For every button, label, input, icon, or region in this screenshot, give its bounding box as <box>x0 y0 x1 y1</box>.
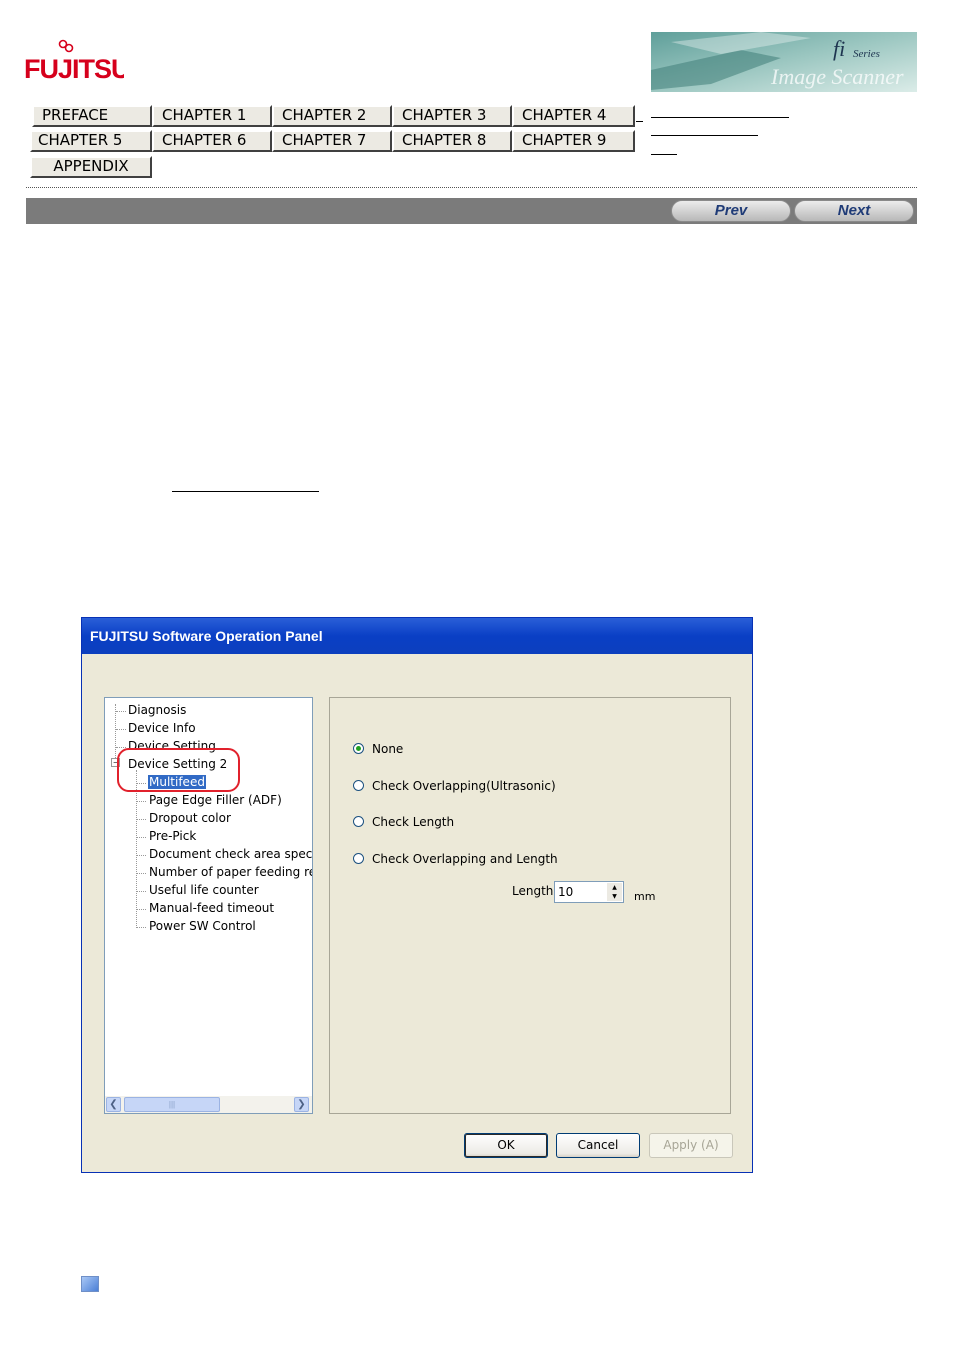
option-label-none[interactable]: None <box>372 742 403 756</box>
nav-chapter-3[interactable]: CHAPTER 3 <box>392 105 512 127</box>
spinner-arrows-icon[interactable]: ▲ ▼ <box>607 883 622 901</box>
operation-panel-dialog: FUJITSU Software Operation Panel − Diagn… <box>81 617 753 1173</box>
tree-item-document-check-area[interactable]: Document check area specific <box>149 847 312 862</box>
radio-none[interactable] <box>353 743 364 754</box>
tree-line <box>137 891 146 892</box>
horizontal-scrollbar[interactable]: ❮ ||| ❯ <box>105 1096 312 1113</box>
scroll-left-icon[interactable]: ❮ <box>106 1097 121 1112</box>
nav-chapter-6[interactable]: CHAPTER 6 <box>152 130 272 152</box>
nav-chapter-8[interactable]: CHAPTER 8 <box>392 130 512 152</box>
tree-item-device-info[interactable]: Device Info <box>128 721 196 736</box>
length-unit: mm <box>634 890 656 903</box>
tree-line <box>137 909 146 910</box>
highlight-ring <box>117 748 240 792</box>
radio-check-overlapping-and-length[interactable] <box>353 853 364 864</box>
header-link-1[interactable] <box>651 117 789 118</box>
nav-preface[interactable]: PREFACE <box>32 105 152 127</box>
bullet-square-icon <box>81 1276 99 1292</box>
dotted-divider <box>26 187 917 188</box>
tree-item-pre-pick[interactable]: Pre-Pick <box>149 829 196 844</box>
radio-check-length[interactable] <box>353 816 364 827</box>
tree-line <box>137 873 146 874</box>
apply-button[interactable]: Apply (A) <box>649 1133 733 1158</box>
tree-line <box>137 837 146 838</box>
nav-chapter-7[interactable]: CHAPTER 7 <box>272 130 392 152</box>
tree-line <box>136 770 137 928</box>
link-connector <box>636 121 643 122</box>
tree-item-manual-feed-timeout[interactable]: Manual-feed timeout <box>149 901 274 916</box>
option-label-check-length[interactable]: Check Length <box>372 815 454 829</box>
nav-chapter-9[interactable]: CHAPTER 9 <box>512 130 635 152</box>
fi-series-banner: fi Series Image Scanner <box>651 32 917 92</box>
dialog-title[interactable]: FUJITSU Software Operation Panel <box>82 618 752 654</box>
tree-line <box>116 729 126 730</box>
nav-chapter-1[interactable]: CHAPTER 1 <box>152 105 272 127</box>
nav-chapter-4[interactable]: CHAPTER 4 <box>512 105 635 127</box>
fujitsu-logo: FUJITSU <box>24 38 131 88</box>
length-value: 10 <box>558 885 574 899</box>
scroll-thumb[interactable]: ||| <box>124 1097 220 1112</box>
tree-item-useful-life-counter[interactable]: Useful life counter <box>149 883 259 898</box>
tree-line <box>137 801 146 802</box>
tree-item-page-edge-filler[interactable]: Page Edge Filler (ADF) <box>149 793 282 808</box>
svg-text:Series: Series <box>853 48 880 60</box>
tree-line <box>137 855 146 856</box>
tree-item-power-sw-control[interactable]: Power SW Control <box>149 919 256 934</box>
tree-item-dropout-color[interactable]: Dropout color <box>149 811 231 826</box>
svg-text:FUJITSU: FUJITSU <box>24 54 124 84</box>
prev-button[interactable]: Prev <box>671 200 791 222</box>
ok-button[interactable]: OK <box>464 1133 548 1158</box>
next-button[interactable]: Next <box>794 200 914 222</box>
scroll-right-icon[interactable]: ❯ <box>294 1097 309 1112</box>
length-spin-input[interactable]: 10 ▲ ▼ <box>554 881 624 903</box>
tree-line <box>116 711 126 712</box>
svg-text:fi: fi <box>833 36 845 61</box>
tree-item-paper-feeding-retries[interactable]: Number of paper feeding retrie <box>149 865 312 880</box>
nav-chapter-5[interactable]: CHAPTER 5 <box>30 130 152 152</box>
nav-chapter-2[interactable]: CHAPTER 2 <box>272 105 392 127</box>
option-label-check-overlapping[interactable]: Check Overlapping(Ultrasonic) <box>372 779 556 793</box>
radio-check-overlapping[interactable] <box>353 780 364 791</box>
tree-line <box>137 819 146 820</box>
tree-item-diagnosis[interactable]: Diagnosis <box>128 703 186 718</box>
header-link-3[interactable] <box>651 154 677 155</box>
length-label: Length <box>512 884 554 898</box>
tree-line <box>115 704 116 760</box>
nav-appendix[interactable]: APPENDIX <box>30 156 152 178</box>
tree-line <box>137 927 146 928</box>
option-label-check-overlapping-and-length[interactable]: Check Overlapping and Length <box>372 852 558 866</box>
multifeed-settings-panel: None Check Overlapping(Ultrasonic) Check… <box>329 697 731 1114</box>
header-link-2[interactable] <box>651 135 758 136</box>
cancel-button[interactable]: Cancel <box>556 1133 640 1158</box>
body-link[interactable] <box>172 491 319 492</box>
svg-text:Image Scanner: Image Scanner <box>770 64 904 89</box>
